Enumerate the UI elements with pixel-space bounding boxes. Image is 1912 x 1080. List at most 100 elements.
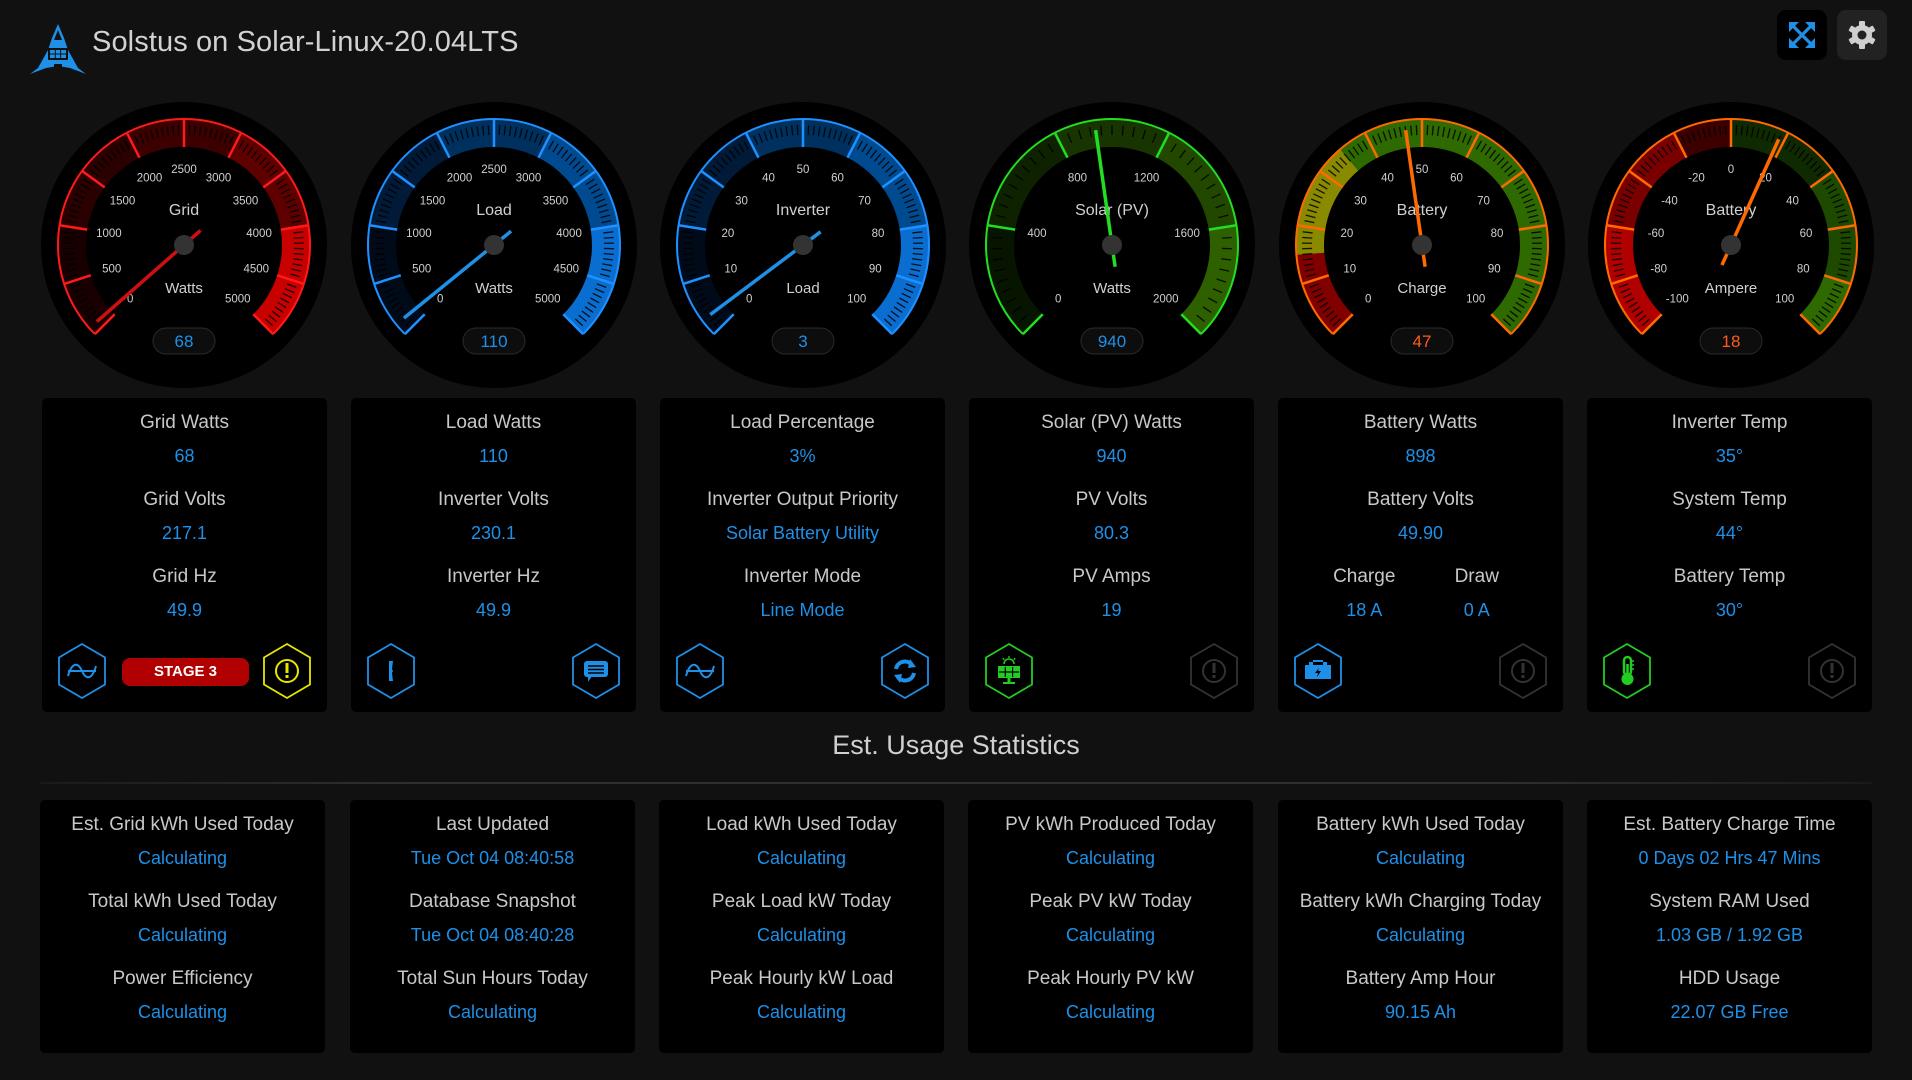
gauge-tick-label: 50 [797, 164, 810, 176]
gauge-tick-label: 1600 [1174, 228, 1200, 240]
sine-wave-icon[interactable] [674, 642, 726, 700]
settings-button[interactable] [1837, 10, 1887, 60]
gauge-svg: 0500100015002000250030003500400045005000… [39, 100, 329, 390]
gauge-hub [1412, 235, 1432, 255]
stat-label: Total kWh Used Today [40, 891, 325, 913]
gauge-minor-tick [913, 254, 923, 255]
usage-stat: HDD Usage22.07 GB Free [1587, 968, 1872, 1023]
usage-pv-panel: PV kWh Produced TodayCalculatingPeak PV … [968, 800, 1253, 1053]
stat-value: Calculating [40, 848, 325, 869]
gauge-tick-label: 2000 [1153, 294, 1179, 306]
gauge-value: 18 [1722, 332, 1741, 351]
usage-stat: Est. Grid kWh Used TodayCalculating [40, 814, 325, 869]
gauge-tick-label: 80 [1491, 228, 1504, 240]
gauge-minor-tick [294, 254, 304, 255]
stat-value: 30° [1587, 600, 1872, 621]
gauge-tick-label: -60 [1648, 228, 1665, 240]
stat-label: Peak PV kW Today [968, 891, 1253, 913]
warning-icon[interactable] [1188, 642, 1240, 700]
gauge-hub [1102, 235, 1122, 255]
warning-icon[interactable] [1497, 642, 1549, 700]
gauge-battery-charge: 0102030405060708090100BatteryCharge47 [1277, 100, 1567, 390]
stat-load-percentage: Load Percentage 3% [660, 412, 945, 467]
usage-stat: Est. Battery Charge Time0 Days 02 Hrs 47… [1587, 814, 1872, 869]
stat-value: Calculating [1278, 925, 1563, 946]
gauge-tick-label: 500 [102, 263, 121, 275]
stat-inverter-mode: Inverter Mode Line Mode [660, 566, 945, 621]
gauge-svg: 0102030405060708090100BatteryCharge47 [1277, 100, 1567, 390]
stat-label: Battery Amp Hour [1278, 968, 1563, 990]
gauge-tick-label: 400 [1027, 228, 1046, 240]
usage-load-panel: Load kWh Used Today Calculating Peak Load … [659, 800, 944, 1053]
stat-label: Peak Load kW Today [659, 891, 944, 913]
gauge-tick-label: 30 [1354, 195, 1367, 207]
gauge-hub [484, 235, 504, 255]
usage-stat: Peak PV kW TodayCalculating [968, 891, 1253, 946]
refresh-icon[interactable] [879, 642, 931, 700]
stat-battery-watts: Battery Watts 898 [1278, 412, 1563, 467]
battery-icon[interactable] [1292, 642, 1344, 700]
gauge-value: 110 [480, 332, 507, 351]
stat-label: Load Percentage [660, 412, 945, 434]
gauge-minor-tick [604, 254, 614, 255]
stat-label: Inverter Volts [351, 489, 636, 511]
usage-stat: Peak Load kW TodayCalculating [659, 891, 944, 946]
usage-stat: Total kWh Used Today Calculating [40, 891, 325, 946]
gauge-minor-tick [374, 237, 384, 238]
stat-value: 80.3 [969, 523, 1254, 544]
gauge-tick-label: 100 [1775, 294, 1794, 306]
stat-battery-temp: Battery Temp 30° [1587, 566, 1872, 621]
gauge-unit: Watts [475, 280, 513, 297]
message-icon[interactable] [570, 642, 622, 700]
gauge-tick-label: 70 [858, 195, 871, 207]
gauge-unit: Watts [165, 280, 203, 297]
stat-label: Power Efficiency [40, 968, 325, 990]
stat-label: Battery Temp [1587, 566, 1872, 588]
stat-value: Calculating [40, 925, 325, 946]
stat-value: 0 Days 02 Hrs 47 Mins [1587, 848, 1872, 869]
gauge-minor-tick [294, 237, 304, 238]
inverter-panel: Load Percentage 3% Inverter Output Prior… [660, 398, 945, 712]
gauge-solar: 0400800120016002000Solar (PV)Watts940 [967, 100, 1257, 390]
gauge-hub [793, 235, 813, 255]
stat-value: 22.07 GB Free [1587, 1002, 1872, 1023]
gauge-minor-tick [1611, 237, 1621, 238]
grid-panel: Grid Watts 68 Grid Volts 217.1 Grid Hz 4… [42, 398, 327, 712]
warning-icon[interactable] [1806, 642, 1858, 700]
gauge-tick-label: 80 [872, 228, 885, 240]
gauge-tick-label: 60 [1800, 228, 1813, 240]
gauge-tick-label: 3000 [516, 172, 542, 184]
gauge-tick-label: 4500 [243, 263, 269, 275]
fullscreen-button[interactable] [1777, 10, 1827, 60]
stat-charge: Charge 18 A [1308, 566, 1421, 621]
stat-label: Battery kWh Used Today [1278, 814, 1563, 836]
gear-icon [1846, 19, 1878, 51]
gauges-row: 0500100015002000250030003500400045005000… [0, 100, 1912, 400]
stat-label: Load kWh Used Today [659, 814, 944, 836]
stat-value: Calculating [659, 848, 944, 869]
gauge-tick-label: 0 [1728, 164, 1734, 176]
gauge-load: 0500100015002000250030003500400045005000… [349, 100, 639, 390]
stat-pv-watts: Solar (PV) Watts 940 [969, 412, 1254, 467]
gauge-tick-label: 800 [1068, 172, 1087, 184]
gauge-unit: Load [786, 280, 819, 297]
thermometer-icon[interactable] [1601, 642, 1653, 700]
gauge-value: 3 [798, 332, 807, 351]
gauge-tick-label: 2500 [481, 164, 507, 176]
solar-panel: Solar (PV) Watts 940 PV Volts 80.3 PV Am… [969, 398, 1254, 712]
gauge-tick-label: 60 [1450, 172, 1463, 184]
stat-value: 35° [1587, 446, 1872, 467]
gauge-grid: 0500100015002000250030003500400045005000… [39, 100, 329, 390]
gauge-svg: 0500100015002000250030003500400045005000… [349, 100, 639, 390]
gauge-value: 47 [1413, 332, 1432, 351]
plug-icon[interactable] [365, 642, 417, 700]
gauge-unit: Watts [1093, 280, 1131, 297]
gauge-minor-tick [1532, 237, 1542, 238]
stat-value: Tue Oct 04 08:40:58 [350, 848, 635, 869]
solar-panel-icon[interactable] [983, 642, 1035, 700]
gauge-title: Battery [1397, 202, 1448, 219]
gauge-minor-tick [1841, 254, 1851, 255]
warning-icon[interactable] [261, 642, 313, 700]
sine-wave-icon[interactable] [56, 642, 108, 700]
gauge-tick-label: 0 [1055, 294, 1061, 306]
